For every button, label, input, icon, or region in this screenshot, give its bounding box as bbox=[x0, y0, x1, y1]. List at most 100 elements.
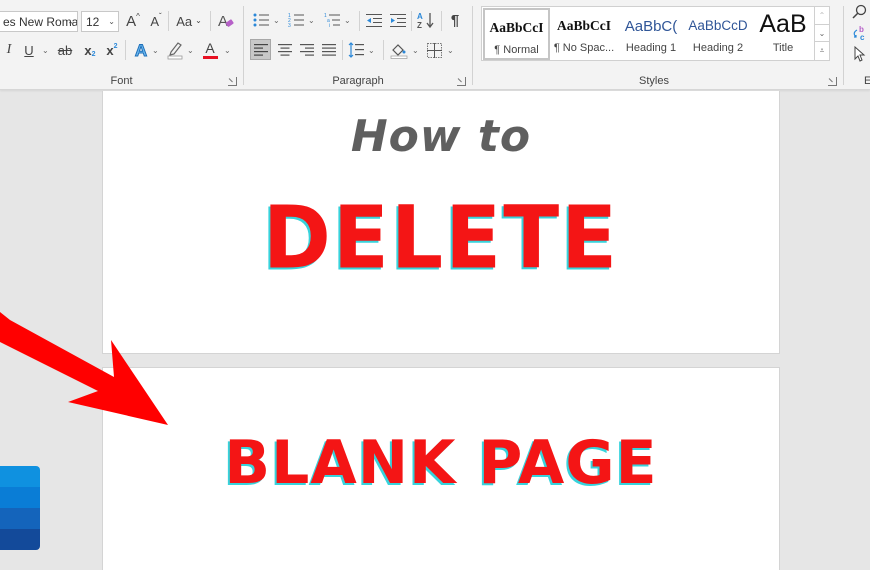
align-center-button[interactable] bbox=[274, 39, 295, 60]
subscript-button[interactable]: x2 bbox=[82, 41, 98, 59]
svg-text:Z: Z bbox=[417, 21, 422, 29]
superscript-button[interactable]: x2 bbox=[104, 41, 120, 59]
style-sample: AaBbC( bbox=[624, 18, 678, 35]
bullets-button[interactable] bbox=[252, 11, 270, 29]
sort-button[interactable]: AZ bbox=[416, 10, 436, 30]
shrink-font-button[interactable]: Aˇ bbox=[147, 12, 165, 30]
style-no-spacing[interactable]: AaBbCcI ¶ No Spac... bbox=[551, 8, 617, 60]
style-name: Heading 2 bbox=[692, 42, 744, 54]
select-button[interactable] bbox=[850, 45, 868, 63]
superscript-icon: x bbox=[106, 42, 114, 58]
justify-button[interactable] bbox=[318, 39, 339, 60]
font-color-icon: A bbox=[205, 40, 215, 56]
document-page-2[interactable]: BLANK PAGE bbox=[102, 367, 780, 570]
subscript-icon: x bbox=[84, 42, 92, 58]
how-to-text: How to bbox=[350, 111, 532, 162]
style-name: ¶ No Spac... bbox=[553, 42, 615, 54]
increase-indent-icon bbox=[390, 14, 406, 27]
highlight-dropdown-chevron[interactable]: ⌄ bbox=[187, 46, 194, 55]
align-right-button[interactable] bbox=[296, 39, 317, 60]
style-sample: AaB bbox=[759, 10, 807, 38]
font-name-dropdown[interactable]: es New Roma ⌄ bbox=[0, 11, 78, 32]
borders-dropdown-chevron[interactable]: ⌄ bbox=[447, 46, 454, 55]
editing-group-label: E bbox=[864, 75, 870, 87]
font-size-dropdown[interactable]: 12 ⌄ bbox=[81, 11, 119, 32]
sort-az-icon: AZ bbox=[417, 12, 434, 29]
style-sample: AaBbCcD bbox=[688, 18, 748, 33]
align-center-icon bbox=[277, 43, 292, 56]
font-dialog-launcher[interactable] bbox=[228, 77, 237, 86]
text-effects-button[interactable]: A bbox=[132, 40, 150, 60]
gallery-more-button[interactable]: ⩡ bbox=[815, 42, 829, 60]
multilevel-dropdown-chevron[interactable]: ⌄ bbox=[344, 16, 351, 25]
style-name: Heading 1 bbox=[625, 42, 677, 54]
numbering-icon: 123 bbox=[288, 13, 304, 27]
blank-page-text: BLANK PAGE bbox=[224, 428, 658, 498]
align-left-button[interactable] bbox=[250, 39, 271, 60]
italic-button[interactable]: I bbox=[2, 41, 16, 59]
styles-dialog-launcher[interactable] bbox=[828, 77, 837, 86]
editing-group: bc E bbox=[844, 0, 870, 90]
change-case-button[interactable]: Aa ⌄ bbox=[174, 12, 204, 30]
line-spacing-button[interactable] bbox=[347, 40, 365, 60]
justify-icon bbox=[321, 43, 336, 56]
style-name: Title bbox=[772, 42, 794, 54]
font-color-dropdown-chevron[interactable]: ⌄ bbox=[224, 46, 231, 55]
multilevel-list-icon: 1ai bbox=[324, 13, 340, 27]
shading-dropdown-chevron[interactable]: ⌄ bbox=[412, 46, 419, 55]
gallery-scroll-down-button[interactable]: ⌄ bbox=[815, 25, 829, 43]
borders-button[interactable] bbox=[425, 40, 443, 60]
paint-bucket-icon bbox=[390, 44, 408, 59]
font-color-swatch bbox=[202, 56, 218, 59]
clear-formatting-icon: A bbox=[218, 13, 234, 30]
text-effects-dropdown-chevron[interactable]: ⌄ bbox=[152, 46, 159, 55]
underline-icon: U bbox=[24, 42, 34, 58]
svg-text:3: 3 bbox=[288, 23, 291, 27]
style-sample: AaBbCcI bbox=[556, 18, 611, 33]
paragraph-group: ⌄ 123 ⌄ 1ai ⌄ AZ ¶ ⌄ ⌄ ⌄ Paragraph bbox=[244, 0, 472, 90]
shading-button[interactable] bbox=[389, 40, 409, 60]
decrease-indent-button[interactable] bbox=[365, 11, 383, 29]
style-title[interactable]: AaB Title bbox=[752, 8, 814, 60]
style-heading-2[interactable]: AaBbCcD Heading 2 bbox=[685, 8, 751, 60]
bullets-icon bbox=[253, 13, 269, 27]
search-icon bbox=[852, 4, 867, 19]
font-color-button[interactable]: A bbox=[201, 40, 219, 60]
underline-dropdown-chevron[interactable]: ⌄ bbox=[42, 46, 49, 55]
gallery-scroll: ⌃ ⌄ ⩡ bbox=[814, 7, 829, 60]
chevron-down-icon: ⌄ bbox=[108, 17, 115, 26]
numbering-button[interactable]: 123 bbox=[287, 11, 305, 29]
grow-font-icon: A bbox=[126, 12, 137, 30]
ribbon: es New Roma ⌄ 12 ⌄ A ^ Aˇ Aa ⌄ A I U ⌄ a… bbox=[0, 0, 870, 90]
strikethrough-button[interactable]: ab bbox=[56, 41, 74, 59]
paragraph-dialog-launcher[interactable] bbox=[457, 77, 466, 86]
style-normal[interactable]: AaBbCcI ¶ Normal bbox=[483, 8, 550, 60]
find-button[interactable] bbox=[850, 3, 868, 21]
highlight-button[interactable] bbox=[166, 40, 184, 60]
align-left-icon bbox=[253, 43, 268, 56]
replace-icon: bc bbox=[853, 25, 865, 41]
line-spacing-dropdown-chevron[interactable]: ⌄ bbox=[368, 46, 375, 55]
style-sample: AaBbCcI bbox=[489, 20, 544, 35]
svg-text:A: A bbox=[417, 12, 423, 21]
paragraph-group-label: Paragraph bbox=[332, 75, 384, 87]
highlight-pen-icon bbox=[167, 42, 183, 60]
document-page-1[interactable]: How to DELETE bbox=[102, 91, 780, 354]
style-heading-1[interactable]: AaBbC( Heading 1 bbox=[618, 8, 684, 60]
style-name: ¶ Normal bbox=[494, 44, 539, 56]
clear-formatting-button[interactable]: A bbox=[216, 11, 236, 31]
styles-group-label: Styles bbox=[639, 75, 669, 87]
borders-icon bbox=[426, 42, 442, 58]
bullets-dropdown-chevron[interactable]: ⌄ bbox=[273, 16, 280, 25]
show-formatting-marks-button[interactable]: ¶ bbox=[446, 11, 464, 29]
grow-font-button[interactable]: A ^ bbox=[124, 12, 142, 30]
underline-button[interactable]: U bbox=[22, 41, 36, 59]
cursor-arrow-icon bbox=[854, 46, 866, 62]
gallery-scroll-up-button[interactable]: ⌃ bbox=[815, 7, 829, 25]
replace-button[interactable]: bc bbox=[850, 24, 868, 42]
styles-gallery: AaBbCcI ¶ Normal AaBbCcI ¶ No Spac... Aa… bbox=[481, 6, 830, 61]
increase-indent-button[interactable] bbox=[389, 11, 407, 29]
svg-text:A: A bbox=[218, 13, 228, 30]
multilevel-list-button[interactable]: 1ai bbox=[323, 11, 341, 29]
numbering-dropdown-chevron[interactable]: ⌄ bbox=[308, 16, 315, 25]
